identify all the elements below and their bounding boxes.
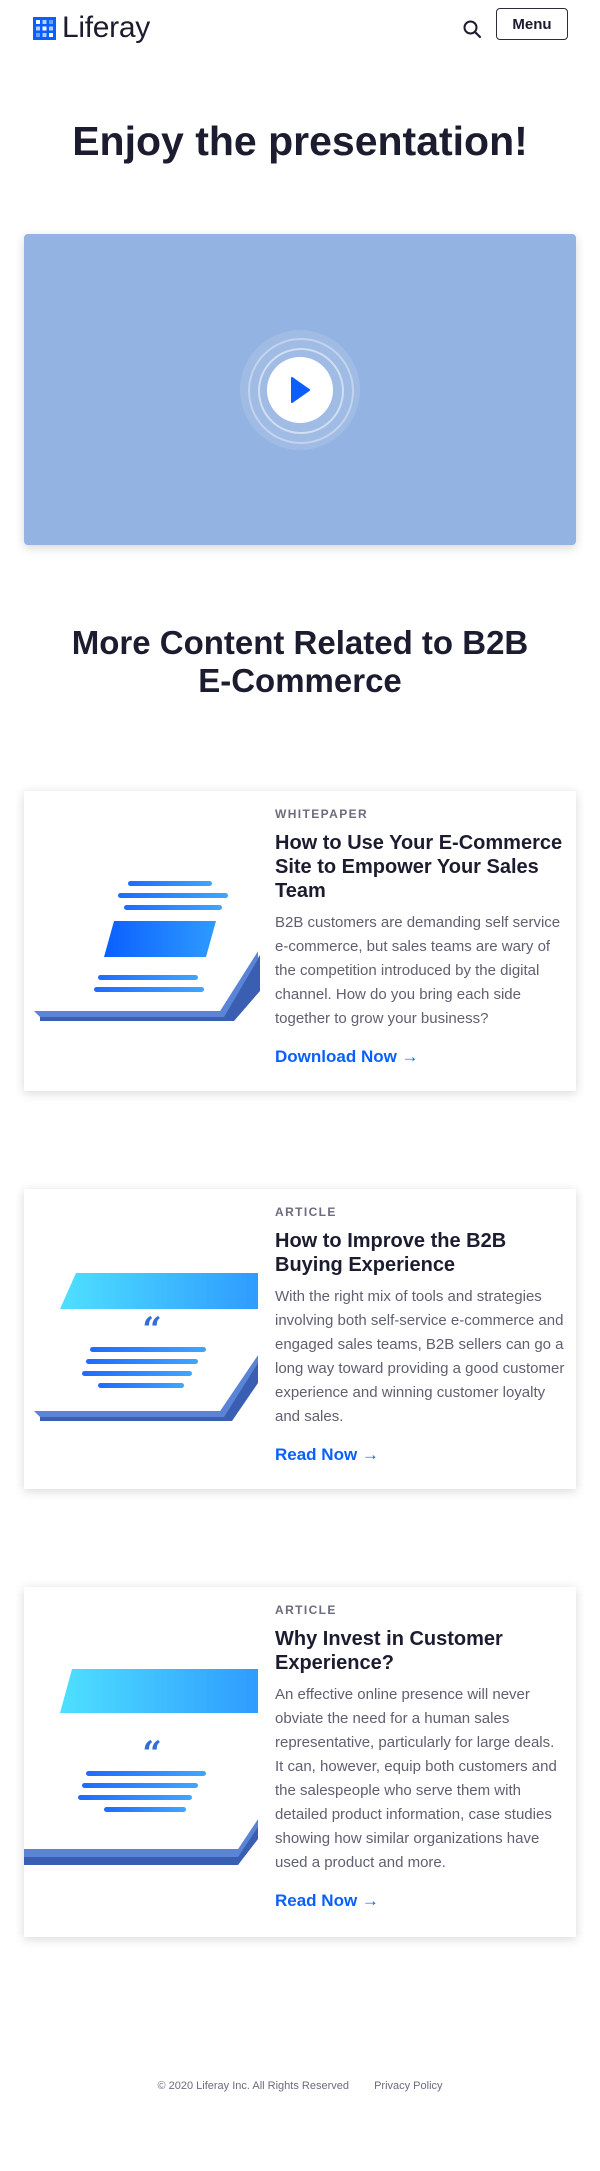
download-now-link[interactable]: Download Now →	[275, 1047, 419, 1067]
liferay-logo-icon	[33, 16, 56, 40]
liferay-logo[interactable]: Liferay	[33, 13, 150, 43]
document-illustration	[34, 871, 260, 1021]
play-button[interactable]	[267, 357, 333, 423]
card-body: ARTICLE How to Improve the B2B Buying Ex…	[275, 1205, 565, 1465]
card-category: ARTICLE	[275, 1205, 337, 1219]
svg-text:“: “	[142, 1734, 162, 1774]
menu-button[interactable]: Menu	[496, 8, 568, 40]
read-now-link[interactable]: Read Now →	[275, 1445, 379, 1465]
search-icon[interactable]	[462, 19, 482, 39]
card-description: An effective online presence will never …	[275, 1686, 557, 1871]
card-category: WHITEPAPER	[275, 807, 369, 821]
content-card: “ ARTICLE Why Invest in Customer Experie…	[24, 1587, 576, 1937]
card-description: With the right mix of tools and strategi…	[275, 1288, 565, 1425]
card-title[interactable]: Why Invest in Customer Experience?	[275, 1627, 565, 1675]
page-title: Enjoy the presentation!	[72, 118, 528, 164]
card-title[interactable]: How to Improve the B2B Buying Experience	[275, 1229, 565, 1277]
content-card: WHITEPAPER How to Use Your E-Commerce Si…	[24, 791, 576, 1091]
card-title[interactable]: How to Use Your E-Commerce Site to Empow…	[275, 831, 565, 903]
content-card: “ ARTICLE How to Improve the B2B Buying …	[24, 1189, 576, 1489]
svg-text:“: “	[142, 1310, 162, 1350]
site-footer: © 2020 Liferay Inc. All Rights Reserved …	[0, 2080, 600, 2092]
privacy-policy-link[interactable]: Privacy Policy	[374, 2080, 442, 2092]
read-now-link[interactable]: Read Now →	[275, 1891, 379, 1911]
quote-article-illustration: “	[24, 1669, 258, 1865]
card-description: B2B customers are demanding self service…	[275, 914, 561, 1027]
card-body: WHITEPAPER How to Use Your E-Commerce Si…	[275, 807, 565, 1067]
card-body: ARTICLE Why Invest in Customer Experienc…	[275, 1603, 565, 1911]
logo-wordmark: Liferay	[62, 11, 150, 44]
site-header: Liferay Menu	[0, 0, 600, 60]
play-icon	[291, 377, 310, 403]
section-title: More Content Related to B2B E-Commerce	[71, 624, 529, 699]
card-category: ARTICLE	[275, 1603, 337, 1617]
quote-article-illustration: “	[34, 1273, 258, 1421]
video-player[interactable]	[24, 234, 576, 545]
copyright-text: © 2020 Liferay Inc. All Rights Reserved	[157, 2080, 349, 2092]
